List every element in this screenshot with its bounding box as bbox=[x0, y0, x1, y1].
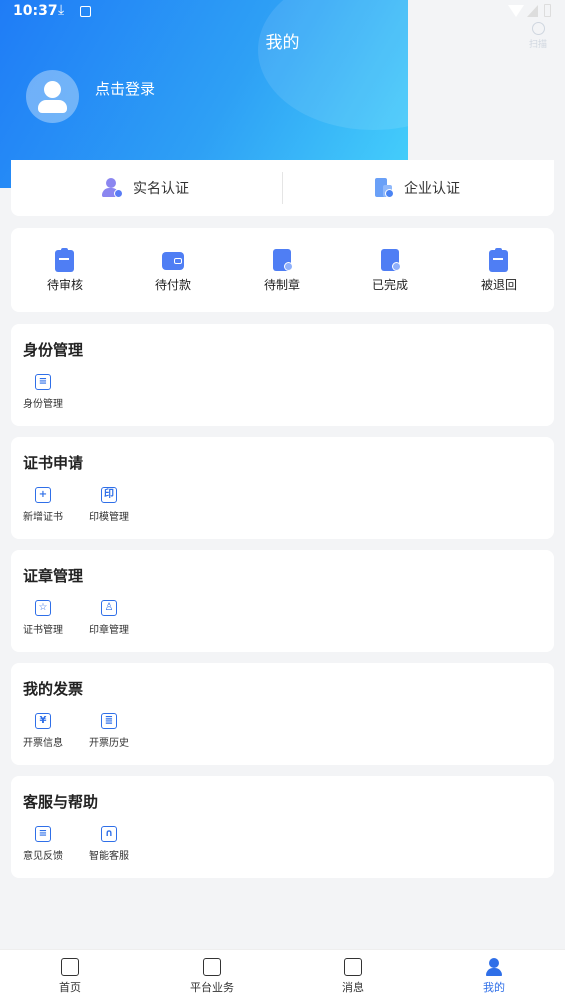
section-support: 客服与帮助 ≡ 意见反馈 ∩ 智能客服 bbox=[11, 776, 554, 878]
order-label: 待审核 bbox=[46, 278, 83, 292]
status-bar: 10:37 ⤓ bbox=[0, 0, 565, 24]
tab-me[interactable]: 我的 bbox=[454, 958, 534, 995]
tab-platform-business[interactable]: 平台业务 bbox=[172, 958, 252, 995]
id-card-icon: ≡ bbox=[35, 374, 51, 390]
order-label: 被退回 bbox=[480, 278, 517, 292]
add-icon: + bbox=[35, 487, 51, 503]
order-status-card: 待审核 待付款 待制章 已完成 被退回 bbox=[11, 228, 554, 312]
order-completed[interactable]: 已完成 bbox=[350, 248, 430, 293]
chat-icon bbox=[344, 958, 362, 976]
order-label: 待制章 bbox=[263, 278, 300, 292]
order-pending-review[interactable]: 待审核 bbox=[25, 248, 105, 293]
signal-icon bbox=[527, 5, 538, 17]
tab-label: 平台业务 bbox=[190, 981, 234, 994]
enterprise-auth-label: 企业认证 bbox=[404, 181, 460, 197]
clipboard-clock-icon bbox=[54, 248, 76, 272]
building-verify-icon bbox=[372, 177, 394, 199]
avatar-head bbox=[44, 81, 61, 98]
notification-a-icon bbox=[80, 6, 91, 17]
scan-icon bbox=[531, 22, 545, 35]
smart-service-button[interactable]: ∩ 智能客服 bbox=[81, 826, 137, 862]
entry-label: 开票历史 bbox=[89, 738, 129, 749]
entry-label: 意见反馈 bbox=[23, 851, 63, 862]
entry-label: 开票信息 bbox=[23, 738, 63, 749]
tab-label: 消息 bbox=[342, 981, 364, 994]
tab-label: 我的 bbox=[483, 981, 505, 994]
order-pending-payment[interactable]: 待付款 bbox=[133, 248, 213, 293]
feedback-button[interactable]: ≡ 意见反馈 bbox=[15, 826, 71, 862]
bottom-tab-bar: 首页 平台业务 消息 我的 bbox=[0, 949, 565, 1004]
stamp-icon: ♙ bbox=[101, 600, 117, 616]
real-name-auth-button[interactable]: 实名认证 bbox=[101, 160, 189, 216]
tab-messages[interactable]: 消息 bbox=[313, 958, 393, 995]
wifi-icon bbox=[508, 5, 524, 17]
user-icon bbox=[485, 958, 503, 976]
section-title: 客服与帮助 bbox=[23, 793, 99, 811]
avatar[interactable] bbox=[26, 70, 79, 123]
scan-button[interactable]: 扫描 bbox=[526, 22, 550, 50]
return-icon bbox=[488, 248, 510, 272]
download-icon: ⤓ bbox=[58, 2, 65, 18]
home-icon bbox=[61, 958, 79, 976]
invoice-info-button[interactable]: ¥ 开票信息 bbox=[15, 713, 71, 749]
order-label: 已完成 bbox=[371, 278, 408, 292]
invoice-history-button[interactable]: ≣ 开票历史 bbox=[81, 713, 137, 749]
real-name-auth-label: 实名认证 bbox=[133, 181, 189, 197]
tab-home[interactable]: 首页 bbox=[30, 958, 110, 995]
briefcase-icon bbox=[203, 958, 221, 976]
certificate-icon: ☆ bbox=[35, 600, 51, 616]
battery-icon bbox=[544, 4, 551, 17]
section-title: 证章管理 bbox=[23, 567, 84, 585]
seal-print-icon: 印 bbox=[101, 487, 117, 503]
feedback-icon: ≡ bbox=[35, 826, 51, 842]
section-title: 证书申请 bbox=[23, 454, 84, 472]
auth-divider bbox=[282, 172, 283, 204]
yuan-icon: ¥ bbox=[35, 713, 51, 729]
section-identity: 身份管理 ≡ 身份管理 bbox=[11, 324, 554, 426]
page-title: 我的 bbox=[265, 33, 300, 53]
order-label: 待付款 bbox=[154, 278, 191, 292]
section-title: 身份管理 bbox=[23, 341, 84, 359]
entry-label: 身份管理 bbox=[23, 399, 63, 410]
headset-icon: ∩ bbox=[101, 826, 117, 842]
identity-management-button[interactable]: ≡ 身份管理 bbox=[15, 374, 71, 410]
document-stamp-icon bbox=[271, 248, 293, 272]
receipt-icon: ≣ bbox=[101, 713, 117, 729]
section-title: 我的发票 bbox=[23, 680, 84, 698]
user-verify-icon bbox=[101, 177, 123, 199]
wallet-icon bbox=[162, 248, 184, 272]
auth-card: 实名认证 企业认证 bbox=[11, 160, 554, 216]
entry-label: 智能客服 bbox=[89, 851, 129, 862]
avatar-body bbox=[38, 100, 67, 113]
entry-label: 证书管理 bbox=[23, 625, 63, 636]
section-certificate-apply: 证书申请 + 新增证书 印 印模管理 bbox=[11, 437, 554, 539]
entry-label: 印模管理 bbox=[89, 512, 129, 523]
enterprise-auth-button[interactable]: 企业认证 bbox=[372, 160, 460, 216]
order-returned[interactable]: 被退回 bbox=[459, 248, 539, 293]
section-seal-management: 证章管理 ☆ 证书管理 ♙ 印章管理 bbox=[11, 550, 554, 652]
tab-label: 首页 bbox=[59, 981, 81, 994]
add-certificate-button[interactable]: + 新增证书 bbox=[15, 487, 71, 523]
status-time: 10:37 bbox=[13, 3, 58, 19]
entry-label: 新增证书 bbox=[23, 512, 63, 523]
scan-label: 扫描 bbox=[528, 40, 547, 50]
entry-label: 印章管理 bbox=[89, 625, 129, 636]
stamp-management-button[interactable]: ♙ 印章管理 bbox=[81, 600, 137, 636]
login-link[interactable]: 点击登录 bbox=[95, 78, 155, 99]
seal-template-button[interactable]: 印 印模管理 bbox=[81, 487, 137, 523]
document-check-icon bbox=[379, 248, 401, 272]
certificate-management-button[interactable]: ☆ 证书管理 bbox=[15, 600, 71, 636]
order-pending-stamp[interactable]: 待制章 bbox=[242, 248, 322, 293]
section-invoice: 我的发票 ¥ 开票信息 ≣ 开票历史 bbox=[11, 663, 554, 765]
